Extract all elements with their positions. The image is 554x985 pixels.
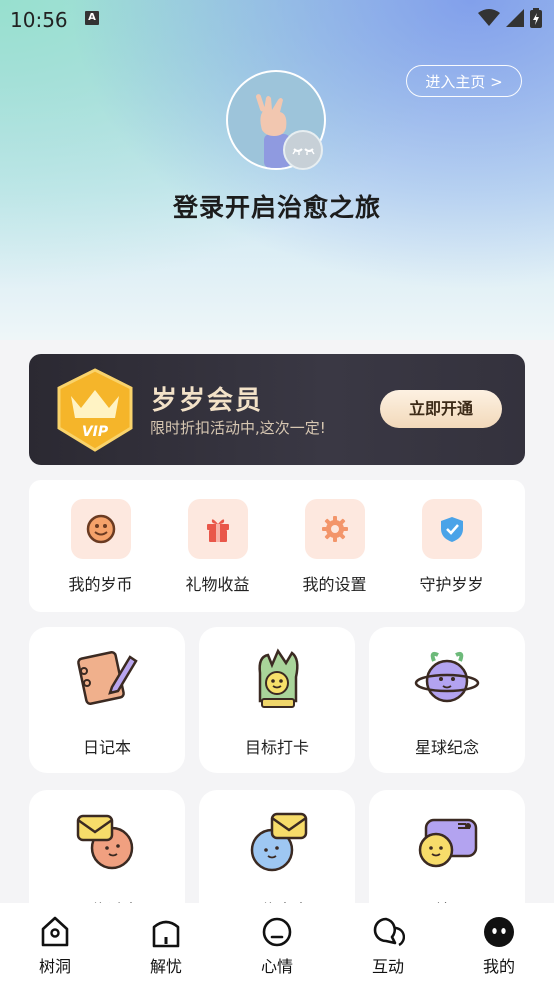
quick-item-label: 我的设置 <box>302 575 367 594</box>
tab-label: 我的 <box>482 957 515 976</box>
profile-header <box>0 0 554 340</box>
quick-item-gifts[interactable]: 礼物收益 <box>159 499 276 595</box>
diary-icon <box>77 651 138 705</box>
tab-label: 解忧 <box>149 957 182 976</box>
letter-past-icon <box>76 814 134 870</box>
quick-item-settings[interactable]: 我的设置 <box>276 499 393 595</box>
feature-card-planet[interactable]: 星球纪念 <box>369 627 525 773</box>
tree-hole-icon <box>41 916 69 947</box>
vip-badge-text: VIP <box>82 424 109 440</box>
feature-label: 星球纪念 <box>414 738 479 757</box>
quick-item-guardian[interactable]: 守护岁岁 <box>393 499 510 595</box>
feature-label: 日记本 <box>82 738 131 757</box>
radio-icon <box>418 818 478 868</box>
house-icon <box>152 920 180 948</box>
battery-icon <box>530 8 542 28</box>
gear-icon <box>304 499 365 559</box>
quick-item-label: 守护岁岁 <box>419 575 484 594</box>
tab-profile[interactable]: 我的 <box>464 915 534 977</box>
chat-icon <box>373 917 406 947</box>
vip-subscribe-button[interactable]: 立即开通 <box>380 390 502 428</box>
status-time: 10:56 <box>10 8 68 32</box>
quick-item-coins[interactable]: 我的岁币 <box>42 499 159 595</box>
mood-icon <box>262 917 292 947</box>
letter-future-icon <box>250 812 308 872</box>
enter-homepage-button[interactable]: 进入主页 > <box>406 65 522 97</box>
wifi-icon <box>478 9 500 26</box>
quick-item-label: 我的岁币 <box>68 575 133 594</box>
system-icons <box>478 8 542 28</box>
gift-icon <box>187 499 248 559</box>
shield-check-icon <box>421 499 482 559</box>
vip-subtitle: 限时折扣活动中,这次一定! <box>150 419 326 437</box>
sleepy-eyes-icon <box>292 148 315 155</box>
tab-relief[interactable]: 解忧 <box>131 915 201 977</box>
profile-icon <box>484 917 514 947</box>
tab-interact[interactable]: 互动 <box>353 915 423 977</box>
feature-label: 目标打卡 <box>244 738 309 757</box>
bottom-tab-bar: 树洞 解忧 心情 互动 我的 <box>0 903 554 985</box>
feature-card-diary[interactable]: 日记本 <box>29 627 185 773</box>
login-prompt[interactable]: 登录开启治愈之旅 <box>0 188 554 224</box>
notification-icon: A <box>85 11 99 25</box>
smile-coin-icon <box>70 499 131 559</box>
status-bar: 10:56 A <box>0 0 554 38</box>
tab-label: 互动 <box>371 957 404 976</box>
quick-item-label: 礼物收益 <box>185 575 250 594</box>
feature-card-goal[interactable]: 目标打卡 <box>199 627 355 773</box>
vip-crown-badge-icon: VIP <box>57 368 133 452</box>
tab-label: 树洞 <box>38 957 71 976</box>
quick-actions: 我的岁币 礼物收益 我的设置 守护岁岁 <box>29 480 525 612</box>
vip-title: 岁岁会员 <box>151 386 264 416</box>
cellular-icon <box>506 9 524 27</box>
planet-icon <box>414 651 480 703</box>
avatar-status-badge <box>283 130 323 170</box>
tab-label: 心情 <box>260 957 293 976</box>
goal-checkin-icon <box>258 648 299 708</box>
vip-banner[interactable]: VIP 岁岁会员 限时折扣活动中,这次一定! 立即开通 <box>29 354 525 465</box>
tab-tree-hole[interactable]: 树洞 <box>20 915 90 977</box>
tab-mood[interactable]: 心情 <box>242 915 312 977</box>
